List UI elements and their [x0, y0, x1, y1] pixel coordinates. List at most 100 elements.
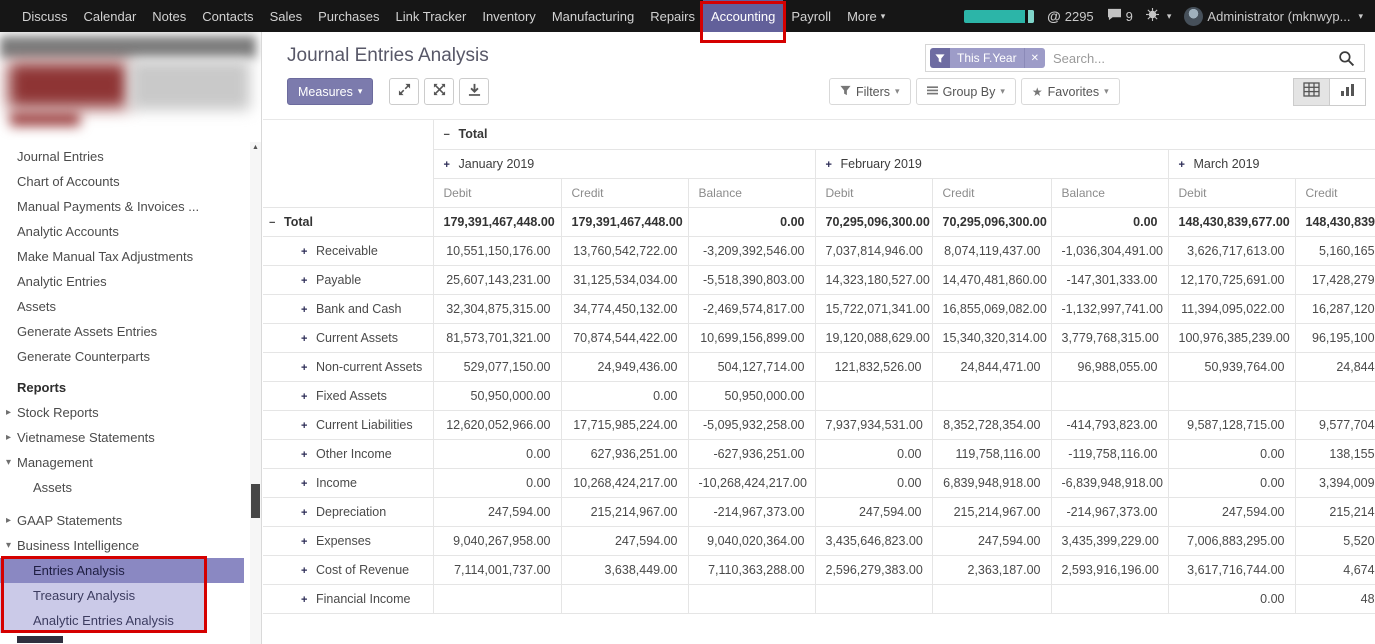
- pivot-measure-header-january-2019-balance[interactable]: Balance: [688, 178, 815, 207]
- pivot-cell[interactable]: 0.00: [433, 439, 561, 468]
- pivot-cell[interactable]: 7,110,363,288.00: [688, 555, 815, 584]
- pivot-cell[interactable]: 179,391,467,448.00: [433, 207, 561, 236]
- sidebar-item-vietnamese-statements[interactable]: ▸Vietnamese Statements: [0, 425, 261, 450]
- pivot-cell[interactable]: 5,520: [1295, 526, 1375, 555]
- pivot-cell[interactable]: 48: [1295, 584, 1375, 613]
- pivot-cell[interactable]: 179,391,467,448.00: [561, 207, 688, 236]
- pivot-cell[interactable]: 19,120,088,629.00: [815, 323, 932, 352]
- pivot-cell[interactable]: 34,774,450,132.00: [561, 294, 688, 323]
- pivot-cell[interactable]: 24,949,436.00: [561, 352, 688, 381]
- search-facet[interactable]: This F.Year ✕: [930, 48, 1045, 68]
- download-button[interactable]: [459, 78, 489, 105]
- pivot-cell[interactable]: 6,839,948,918.00: [932, 468, 1051, 497]
- pivot-cell[interactable]: -5,518,390,803.00: [688, 265, 815, 294]
- pivot-cell[interactable]: 9,040,267,958.00: [433, 526, 561, 555]
- pivot-cell[interactable]: 70,295,096,300.00: [932, 207, 1051, 236]
- scroll-up-icon[interactable]: ▲: [250, 142, 261, 154]
- pivot-cell[interactable]: 0.00: [433, 468, 561, 497]
- pivot-cell[interactable]: 70,295,096,300.00: [815, 207, 932, 236]
- pivot-column-header-january-2019[interactable]: +January 2019: [433, 149, 815, 178]
- pivot-cell[interactable]: 215,214,967.00: [561, 497, 688, 526]
- pivot-cell[interactable]: -214,967,373.00: [688, 497, 815, 526]
- sidebar-item-generate-assets-entries[interactable]: Generate Assets Entries: [0, 319, 261, 344]
- pivot-cell[interactable]: 17,428,279: [1295, 265, 1375, 294]
- pivot-cell[interactable]: 14,323,180,527.00: [815, 265, 932, 294]
- sidebar-item-stock-reports[interactable]: ▸Stock Reports: [0, 400, 261, 425]
- pivot-cell[interactable]: 2,596,279,383.00: [815, 555, 932, 584]
- pivot-cell[interactable]: -627,936,251.00: [688, 439, 815, 468]
- debug-menu[interactable]: ▾: [1146, 8, 1172, 24]
- group-by-button[interactable]: Group By ▾: [916, 78, 1016, 105]
- user-menu[interactable]: Administrator (mknwyp... ▾: [1184, 7, 1363, 26]
- sidebar-item-make-manual-tax-adjustments[interactable]: Make Manual Tax Adjustments: [0, 244, 261, 269]
- pivot-cell[interactable]: 100,976,385,239.00: [1168, 323, 1295, 352]
- pivot-cell[interactable]: [815, 584, 932, 613]
- pivot-cell[interactable]: [932, 381, 1051, 410]
- pivot-cell[interactable]: 247,594.00: [1168, 497, 1295, 526]
- pivot-cell[interactable]: -6,839,948,918.00: [1051, 468, 1168, 497]
- pivot-cell[interactable]: 9,040,020,364.00: [688, 526, 815, 555]
- pivot-cell[interactable]: [561, 584, 688, 613]
- topbar-menu-calendar[interactable]: Calendar: [76, 0, 145, 32]
- pivot-cell[interactable]: 3,626,717,613.00: [1168, 236, 1295, 265]
- pivot-cell[interactable]: [688, 584, 815, 613]
- pivot-cell[interactable]: 8,074,119,437.00: [932, 236, 1051, 265]
- pivot-cell[interactable]: -414,793,823.00: [1051, 410, 1168, 439]
- pivot-cell[interactable]: 2,363,187.00: [932, 555, 1051, 584]
- pivot-column-total-header[interactable]: −Total: [433, 120, 1375, 149]
- pivot-cell[interactable]: -10,268,424,217.00: [688, 468, 815, 497]
- pivot-cell[interactable]: 7,037,814,946.00: [815, 236, 932, 265]
- sidebar-item-generate-counterparts[interactable]: Generate Counterparts: [0, 344, 261, 369]
- pivot-cell[interactable]: 3,617,716,744.00: [1168, 555, 1295, 584]
- pivot-cell[interactable]: 121,832,526.00: [815, 352, 932, 381]
- topbar-menu-accounting[interactable]: Accounting: [703, 0, 783, 32]
- pivot-cell[interactable]: 0.00: [1168, 584, 1295, 613]
- pivot-cell[interactable]: 31,125,534,034.00: [561, 265, 688, 294]
- pivot-row-header-receivable[interactable]: +Receivable: [263, 236, 433, 265]
- pivot-cell[interactable]: -119,758,116.00: [1051, 439, 1168, 468]
- progress-indicator[interactable]: [964, 10, 1034, 23]
- pivot-cell[interactable]: 24,844: [1295, 352, 1375, 381]
- pivot-cell[interactable]: -1,132,997,741.00: [1051, 294, 1168, 323]
- pivot-cell[interactable]: 0.00: [561, 381, 688, 410]
- pivot-cell[interactable]: [1295, 381, 1375, 410]
- pivot-cell[interactable]: 3,435,646,823.00: [815, 526, 932, 555]
- pivot-row-header-bank-and-cash[interactable]: +Bank and Cash: [263, 294, 433, 323]
- pivot-row-header-expenses[interactable]: +Expenses: [263, 526, 433, 555]
- pivot-cell[interactable]: 10,551,150,176.00: [433, 236, 561, 265]
- pivot-cell[interactable]: -1,036,304,491.00: [1051, 236, 1168, 265]
- pivot-cell[interactable]: 215,214: [1295, 497, 1375, 526]
- topbar-menu-link-tracker[interactable]: Link Tracker: [388, 0, 475, 32]
- pivot-cell[interactable]: 5,160,165: [1295, 236, 1375, 265]
- topbar-menu-purchases[interactable]: Purchases: [310, 0, 387, 32]
- pivot-cell[interactable]: 81,573,701,321.00: [433, 323, 561, 352]
- pivot-cell[interactable]: 247,594.00: [433, 497, 561, 526]
- pivot-cell[interactable]: 13,760,542,722.00: [561, 236, 688, 265]
- pivot-measure-header-february-2019-credit[interactable]: Credit: [932, 178, 1051, 207]
- pivot-cell[interactable]: -214,967,373.00: [1051, 497, 1168, 526]
- topbar-menu-contacts[interactable]: Contacts: [194, 0, 261, 32]
- pivot-measure-header-january-2019-credit[interactable]: Credit: [561, 178, 688, 207]
- pivot-column-header-march-2019[interactable]: +March 2019: [1168, 149, 1375, 178]
- sidebar-item-treasury-analysis[interactable]: Treasury Analysis: [0, 583, 205, 608]
- pivot-cell[interactable]: 17,715,985,224.00: [561, 410, 688, 439]
- pivot-cell[interactable]: 247,594.00: [932, 526, 1051, 555]
- pivot-measure-header-february-2019-debit[interactable]: Debit: [815, 178, 932, 207]
- pivot-cell[interactable]: [815, 381, 932, 410]
- pivot-cell[interactable]: 247,594.00: [561, 526, 688, 555]
- sidebar-item-analytic-accounts[interactable]: Analytic Accounts: [0, 219, 261, 244]
- search-input[interactable]: [1045, 51, 1329, 66]
- pivot-cell[interactable]: 3,435,399,229.00: [1051, 526, 1168, 555]
- sidebar-item-business-intelligence[interactable]: ▾Business Intelligence: [0, 533, 261, 558]
- filters-button[interactable]: Filters ▾: [829, 78, 911, 105]
- sidebar-item-analytic-entries-analysis[interactable]: Analytic Entries Analysis: [0, 608, 205, 633]
- pivot-cell[interactable]: -147,301,333.00: [1051, 265, 1168, 294]
- pivot-cell[interactable]: 148,430,839,677.00: [1168, 207, 1295, 236]
- pivot-row-header-other-income[interactable]: +Other Income: [263, 439, 433, 468]
- pivot-cell[interactable]: 3,394,009: [1295, 468, 1375, 497]
- pivot-cell[interactable]: 7,114,001,737.00: [433, 555, 561, 584]
- pivot-cell[interactable]: 9,577,704: [1295, 410, 1375, 439]
- pivot-cell[interactable]: 16,855,069,082.00: [932, 294, 1051, 323]
- pivot-cell[interactable]: 2,593,916,196.00: [1051, 555, 1168, 584]
- pivot-cell[interactable]: 10,268,424,217.00: [561, 468, 688, 497]
